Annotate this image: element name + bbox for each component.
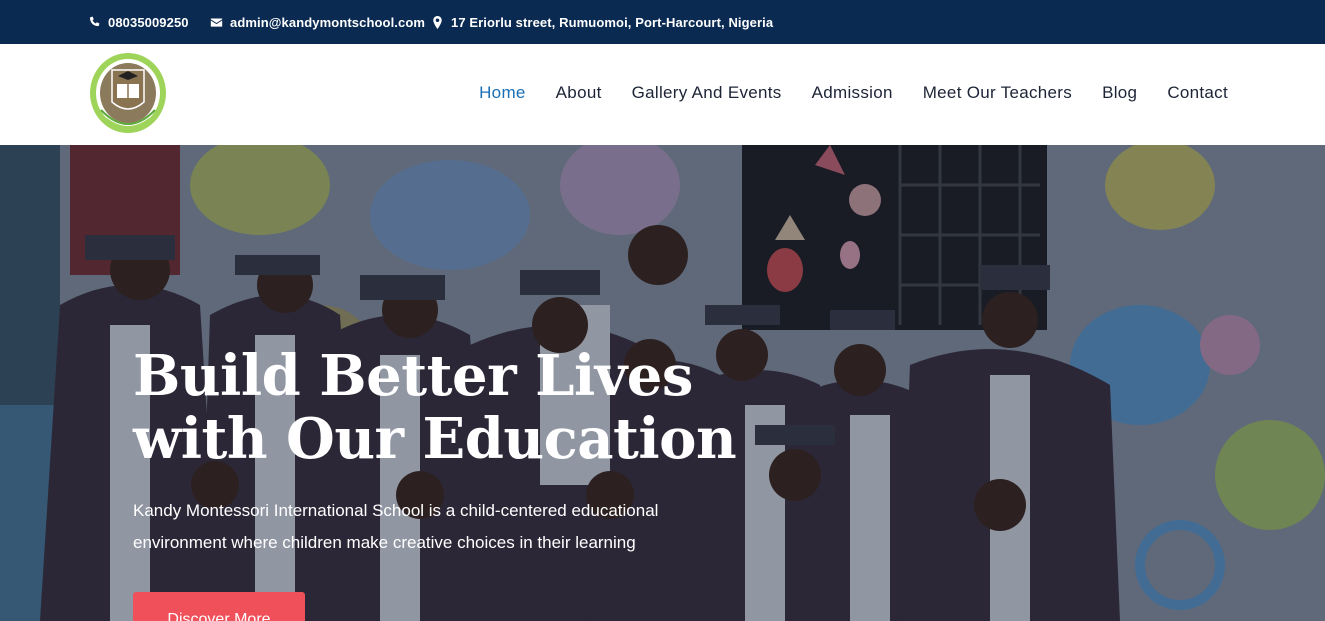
nav-meet-our-teachers[interactable]: Meet Our Teachers — [923, 83, 1072, 103]
hero-title-line-1: Build Better Lives — [133, 343, 693, 409]
phone-number: 08035009250 — [108, 14, 189, 30]
email-contact[interactable]: admin@kandymontschool.com — [210, 14, 425, 30]
hero-section: Build Better Lives with Our Education Ka… — [0, 145, 1325, 621]
nav-blog[interactable]: Blog — [1102, 83, 1137, 103]
nav-about[interactable]: About — [556, 83, 602, 103]
nav-gallery-and-events[interactable]: Gallery And Events — [632, 83, 782, 103]
envelope-icon — [210, 17, 223, 27]
email-address: admin@kandymontschool.com — [230, 14, 426, 30]
hero-title-line-2: with Our Education — [133, 406, 737, 472]
map-pin-icon — [433, 15, 442, 29]
main-nav: Home About Gallery And Events Admission … — [449, 83, 1228, 103]
hero-description: Kandy Montessori International School is… — [133, 501, 659, 552]
phone-contact[interactable]: 08035009250 — [88, 14, 189, 30]
nav-home[interactable]: Home — [479, 83, 526, 103]
discover-more-button[interactable]: Discover More — [133, 592, 305, 621]
phone-icon — [89, 16, 100, 26]
school-logo[interactable] — [87, 50, 169, 140]
nav-admission[interactable]: Admission — [812, 83, 893, 103]
top-contact-bar: 08035009250 admin@kandymontschool.com 17… — [0, 0, 1325, 44]
hero-title: Build Better Lives with Our Education — [133, 345, 833, 471]
site-header: Home About Gallery And Events Admission … — [0, 44, 1325, 145]
address-contact: 17 Eriorlu street, Rumuomoi, Port-Harcou… — [431, 14, 773, 30]
street-address: 17 Eriorlu street, Rumuomoi, Port-Harcou… — [451, 14, 774, 30]
nav-contact[interactable]: Contact — [1167, 83, 1228, 103]
